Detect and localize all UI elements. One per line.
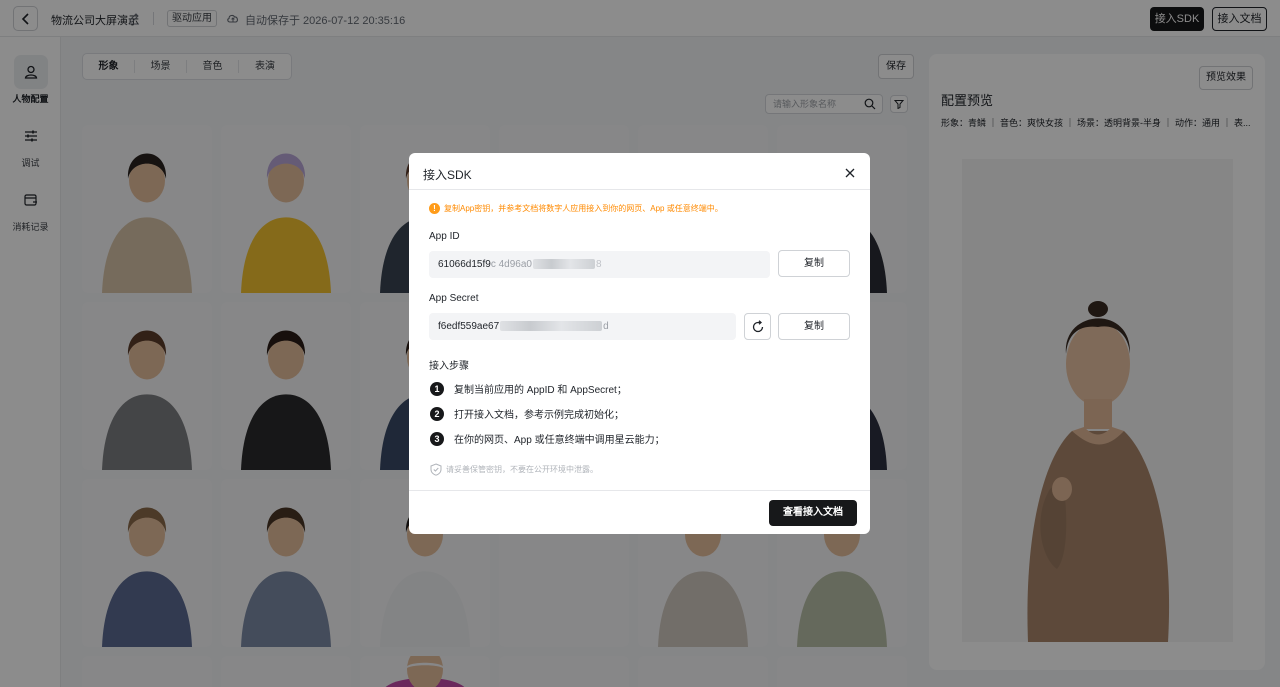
step-number: 2	[430, 406, 444, 421]
copy-app-id-button[interactable]: 复制	[778, 250, 850, 277]
modal-footer-divider	[409, 490, 870, 491]
step-text: 打开接入文档，参考示例完成初始化；	[454, 410, 624, 421]
redaction-mask	[533, 259, 595, 270]
steps-title: 接入步骤	[429, 361, 469, 372]
warning-icon: !	[429, 203, 440, 214]
security-note: 请妥善保管密钥，不要在公开环境中泄露。	[430, 463, 598, 476]
step-item: 3 在你的网页、App 或任意终端中调用星云能力；	[430, 431, 665, 446]
step-number: 3	[430, 431, 444, 446]
modal-title: 接入SDK	[423, 168, 472, 182]
step-text: 复制当前应用的 AppID 和 AppSecret；	[454, 385, 627, 396]
view-integration-docs-button[interactable]: 查看接入文档	[769, 500, 857, 526]
app-secret-field[interactable]: f6edf559ae67 d	[429, 313, 736, 340]
app-id-value-start: 61066d15f9	[438, 259, 491, 270]
security-note-text: 请妥善保管密钥，不要在公开环境中泄露。	[446, 465, 598, 474]
step-item: 1 复制当前应用的 AppID 和 AppSecret；	[430, 381, 627, 396]
modal-divider	[409, 189, 870, 190]
app-id-label: App ID	[429, 231, 460, 242]
refresh-icon	[752, 319, 763, 332]
sdk-modal: 接入SDK ! 复制App密钥，并参考文档将数字人应用接入到你的网页、App 或…	[409, 153, 870, 534]
warning-banner: ! 复制App密钥，并参考文档将数字人应用接入到你的网页、App 或任意终端中。	[429, 203, 723, 214]
step-item: 2 打开接入文档，参考示例完成初始化；	[430, 406, 624, 421]
step-text: 在你的网页、App 或任意终端中调用星云能力；	[454, 435, 665, 446]
app-id-value-mid: c 4d96a0	[490, 259, 532, 270]
copy-app-secret-button[interactable]: 复制	[778, 313, 850, 340]
app-id-value-end: 8	[596, 259, 602, 270]
shield-icon	[430, 463, 442, 476]
refresh-secret-button[interactable]	[744, 313, 771, 340]
app-secret-label: App Secret	[429, 293, 479, 304]
step-number: 1	[430, 381, 444, 396]
close-icon[interactable]	[843, 166, 857, 180]
redaction-mask	[500, 321, 603, 332]
warning-text: 复制App密钥，并参考文档将数字人应用接入到你的网页、App 或任意终端中。	[444, 204, 723, 213]
app-secret-value-end: d	[603, 321, 609, 332]
app-id-field[interactable]: 61066d15f9c 4d96a0 8	[429, 251, 770, 278]
app-secret-value-start: f6edf559ae67	[438, 321, 500, 332]
